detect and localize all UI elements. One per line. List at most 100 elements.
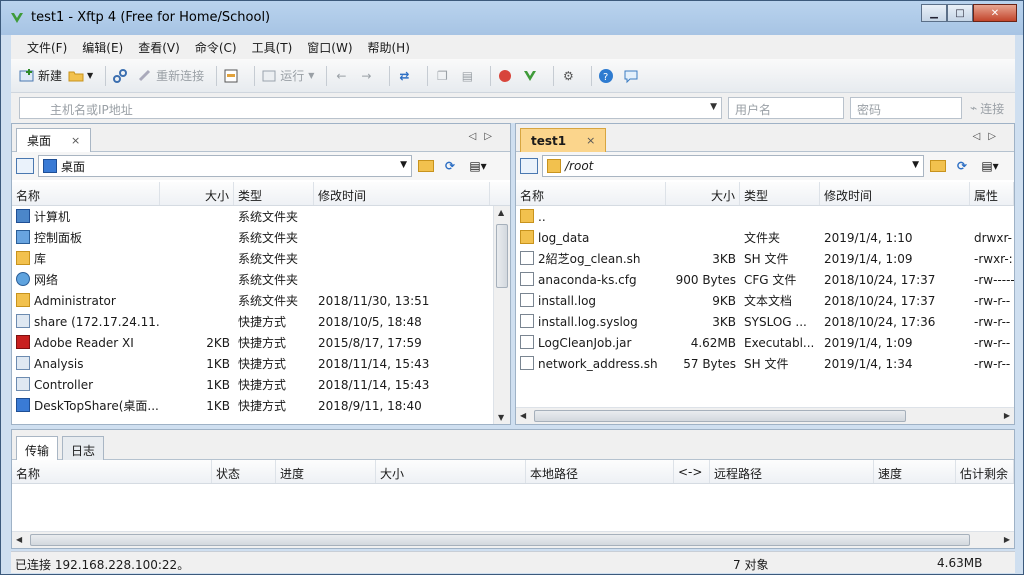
col-type[interactable]: 类型 — [234, 182, 314, 205]
menu-file[interactable]: 文件(F) — [27, 39, 67, 56]
menu-help[interactable]: 帮助(H) — [368, 39, 410, 56]
transfer-horizontal-scrollbar[interactable]: ◀ ▶ — [12, 531, 1014, 548]
local-vertical-scrollbar[interactable]: ▲ ▼ — [493, 206, 510, 424]
col-progress[interactable]: 进度 — [276, 460, 376, 483]
reconnect-button[interactable]: 重新连接 — [137, 67, 204, 84]
paste-button[interactable]: ▤ — [459, 68, 478, 84]
table-row[interactable]: Analysis 1KB 快捷方式 2018/11/14, 15:43 — [12, 353, 510, 374]
minimize-button[interactable]: ▁ — [921, 4, 947, 22]
table-row[interactable]: 网络 系统文件夹 — [12, 269, 510, 290]
table-row[interactable]: install.log.syslog 3KB SYSLOG ... 2018/10/2… — [516, 311, 1014, 332]
remote-horizontal-scrollbar[interactable]: ◀ ▶ — [516, 407, 1014, 424]
chat-button[interactable] — [623, 68, 642, 84]
menu-tools[interactable]: 工具(T) — [252, 39, 293, 56]
cell-size: 900 Bytes — [675, 272, 736, 287]
tab-test1[interactable]: test1 × — [520, 128, 607, 152]
table-row[interactable]: share (172.17.24.11... 快捷方式 2018/10/5, 18:… — [12, 311, 510, 332]
cell-name: install.log.syslog — [516, 314, 666, 329]
view-mode-button[interactable]: ▤▾ — [464, 156, 492, 176]
connect-button[interactable] — [112, 68, 131, 84]
properties-button[interactable] — [223, 68, 242, 84]
run-label: 运行 — [280, 69, 305, 83]
open-folder-button[interactable]: ▼ — [68, 68, 93, 84]
password-input[interactable]: 密码 — [850, 97, 962, 119]
col-name[interactable]: 名称 — [12, 182, 160, 205]
cell-attributes: drwxr- — [974, 230, 1012, 245]
gear-icon: ⚙ — [562, 68, 574, 83]
tab-desktop[interactable]: 桌面 × — [16, 128, 92, 152]
view-mode-button[interactable]: ▤▾ — [976, 156, 1004, 176]
connect-action[interactable]: ⌁ 连接 — [970, 100, 1004, 117]
copy-button[interactable]: ❐ — [434, 68, 453, 84]
table-row[interactable]: Controller 1KB 快捷方式 2018/11/14, 15:43 — [12, 374, 510, 395]
table-row[interactable]: .. — [516, 206, 1014, 227]
file-name: install.log — [538, 294, 597, 308]
col-local-path[interactable]: 本地路径 — [526, 460, 674, 483]
menu-edit[interactable]: 编辑(E) — [82, 39, 123, 56]
refresh-button[interactable]: ⟳ — [952, 156, 972, 176]
col-modified[interactable]: 修改时间 — [314, 182, 490, 205]
scroll-thumb[interactable] — [496, 224, 508, 288]
maximize-button[interactable]: □ — [947, 4, 973, 22]
tab-log[interactable]: 日志 — [62, 436, 105, 460]
menu-command[interactable]: 命令(C) — [195, 39, 237, 56]
username-input[interactable]: 用户名 — [728, 97, 844, 119]
col-type[interactable]: 类型 — [740, 182, 820, 205]
forward-button[interactable]: → — [358, 68, 377, 84]
table-row[interactable]: LogCleanJob.jar 4.62MB Executabl... 2019/1/… — [516, 332, 1014, 353]
menu-view[interactable]: 查看(V) — [138, 39, 180, 56]
options-button[interactable]: ⚙ — [560, 68, 579, 84]
xftp-button[interactable] — [522, 68, 541, 84]
col-direction[interactable]: <-> — [674, 460, 710, 483]
sync-button[interactable]: ⇄ — [396, 68, 415, 84]
tab-scroll-arrows[interactable]: ◁▷ — [973, 131, 1004, 142]
chevron-down-icon[interactable]: ▼ — [710, 102, 717, 112]
back-button[interactable]: ← — [333, 68, 352, 84]
view-icon[interactable] — [520, 158, 538, 174]
col-name[interactable]: 名称 — [516, 182, 666, 205]
table-row[interactable]: 控制面板 系统文件夹 — [12, 227, 510, 248]
table-row[interactable]: 计算机 系统文件夹 — [12, 206, 510, 227]
table-row[interactable]: anaconda-ks.cfg 900 Bytes CFG 文件 2018/10/24… — [516, 269, 1014, 290]
remote-path-select[interactable]: /root ▼ — [542, 155, 924, 177]
table-row[interactable]: 库 系统文件夹 — [12, 248, 510, 269]
table-row[interactable]: network_address.sh 57 Bytes SH 文件 2019/1/4,… — [516, 353, 1014, 374]
col-modified[interactable]: 修改时间 — [820, 182, 970, 205]
cell-name: Adobe Reader XI — [12, 335, 160, 350]
col-size[interactable]: 大小 — [160, 182, 234, 205]
help-button[interactable]: ? — [598, 68, 617, 84]
col-status[interactable]: 状态 — [212, 460, 276, 483]
local-path-select[interactable]: 桌面 ▼ — [38, 155, 412, 177]
close-button[interactable]: ✕ — [973, 4, 1017, 22]
col-size[interactable]: 大小 — [376, 460, 526, 483]
run-button[interactable]: 运行 ▼ — [261, 67, 314, 84]
tab-transfers[interactable]: 传输 — [16, 436, 59, 460]
file-name: .. — [538, 210, 546, 224]
host-input[interactable]: 主机名或IP地址 ▼ — [19, 97, 722, 119]
col-speed[interactable]: 速度 — [874, 460, 956, 483]
col-attributes[interactable]: 属性 — [970, 182, 1014, 205]
table-row[interactable]: Administrator 系统文件夹 2018/11/30, 13:51 — [12, 290, 510, 311]
close-tab-icon[interactable]: × — [71, 134, 80, 147]
col-eta[interactable]: 估计剩余 — [956, 460, 1014, 483]
xshell-button[interactable] — [497, 68, 516, 84]
table-row[interactable]: log_data 文件夹 2019/1/4, 1:10 drwxr- — [516, 227, 1014, 248]
view-icon[interactable] — [16, 158, 34, 174]
new-session-button[interactable]: 新建 — [19, 67, 62, 84]
close-tab-icon[interactable]: × — [586, 134, 595, 147]
parent-folder-button[interactable] — [928, 156, 948, 176]
refresh-button[interactable]: ⟳ — [440, 156, 460, 176]
col-name[interactable]: 名称 — [12, 460, 212, 483]
table-row[interactable]: 2紹芝og_clean.sh 3KB SH 文件 2019/1/4, 1:09 -rwx… — [516, 248, 1014, 269]
table-row[interactable]: install.log 9KB 文本文档 2018/10/24, 17:37 -rw-r… — [516, 290, 1014, 311]
col-size[interactable]: 大小 — [666, 182, 740, 205]
menu-window[interactable]: 窗口(W) — [307, 39, 352, 56]
scroll-thumb[interactable] — [534, 410, 906, 422]
new-session-icon — [19, 68, 35, 84]
scroll-thumb[interactable] — [30, 534, 970, 546]
col-remote-path[interactable]: 远程路径 — [710, 460, 874, 483]
table-row[interactable]: Adobe Reader XI 2KB 快捷方式 2015/8/17, 17:59 — [12, 332, 510, 353]
tab-scroll-arrows[interactable]: ◁▷ — [469, 131, 500, 142]
table-row[interactable]: DeskTopShare(桌面... 1KB 快捷方式 2018/9/11, 18:4… — [12, 395, 510, 416]
parent-folder-button[interactable] — [416, 156, 436, 176]
